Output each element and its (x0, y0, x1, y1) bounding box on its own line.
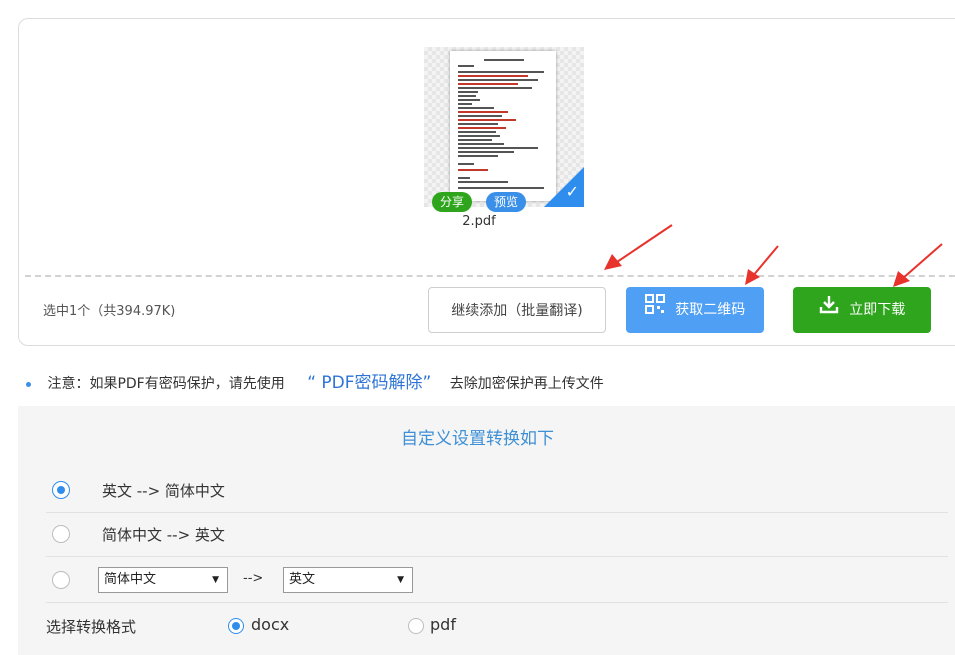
red-arrow-icon (604, 224, 673, 270)
note-prefix: 注意：如果PDF有密码保护，请先使用 (47, 376, 285, 392)
radio-custom[interactable] (52, 571, 70, 589)
password-note: 注意：如果PDF有密码保护，请先使用 “ PDF密码解除” 去除加密保护再上传文… (26, 368, 604, 393)
red-arrow-icon (745, 245, 779, 285)
get-qr-code-button[interactable]: 获取二维码 (626, 287, 764, 333)
checkmark-icon: ✓ (565, 182, 579, 201)
option-row-zh-to-en[interactable]: 简体中文 --> 英文 (46, 511, 948, 557)
target-language-select[interactable]: 英文 ▼ (283, 567, 413, 593)
target-language-value: 英文 (289, 572, 316, 587)
note-suffix: 去除加密保护再上传文件 (449, 376, 604, 392)
share-button[interactable]: 分享 (432, 192, 472, 212)
selected-count: 选中1个（共394.97K) (43, 304, 176, 319)
pdf-page-preview (450, 51, 556, 201)
format-pdf-label: pdf (430, 615, 456, 634)
source-language-value: 简体中文 (104, 572, 157, 587)
option-label: 英文 --> 简体中文 (102, 482, 225, 500)
download-icon (819, 287, 839, 333)
qr-code-icon (644, 287, 665, 333)
source-language-select[interactable]: 简体中文 ▼ (98, 567, 228, 593)
radio-pdf[interactable] (408, 618, 424, 634)
download-label: 立即下载 (849, 302, 906, 318)
radio-zh-to-en[interactable] (52, 525, 70, 543)
file-name: 2.pdf (462, 214, 496, 229)
settings-title: 自定义设置转换如下 (401, 429, 554, 449)
download-button[interactable]: 立即下载 (793, 287, 931, 333)
option-row-en-to-zh[interactable]: 英文 --> 简体中文 (46, 467, 948, 513)
qr-label: 获取二维码 (675, 302, 746, 318)
dropdown-caret-icon: ▼ (397, 575, 404, 585)
pdf-unlock-link[interactable]: “ PDF密码解除” (307, 373, 431, 393)
conversion-settings: 自定义设置转换如下 英文 --> 简体中文 简体中文 --> 英文 简体中文 ▼… (18, 406, 955, 655)
radio-en-to-zh[interactable] (52, 481, 70, 499)
format-docx-label: docx (251, 615, 290, 634)
add-more-label: 继续添加（批量翻译) (451, 303, 583, 319)
option-row-custom[interactable]: 简体中文 ▼ --> 英文 ▼ (46, 557, 948, 603)
file-thumbnail[interactable]: ✓ (424, 47, 584, 207)
red-arrow-icon (893, 243, 943, 287)
bullet-icon (26, 381, 31, 387)
radio-docx[interactable] (228, 618, 244, 634)
language-arrow: --> (243, 571, 264, 586)
format-row: 选择转换格式 docx pdf (46, 606, 948, 646)
drop-zone[interactable]: ✓ (25, 25, 955, 277)
preview-button[interactable]: 预览 (486, 192, 526, 212)
add-more-button[interactable]: 继续添加（批量翻译) (428, 287, 606, 333)
format-label: 选择转换格式 (46, 618, 137, 636)
option-label: 简体中文 --> 英文 (102, 526, 225, 544)
dropdown-caret-icon: ▼ (212, 575, 219, 585)
